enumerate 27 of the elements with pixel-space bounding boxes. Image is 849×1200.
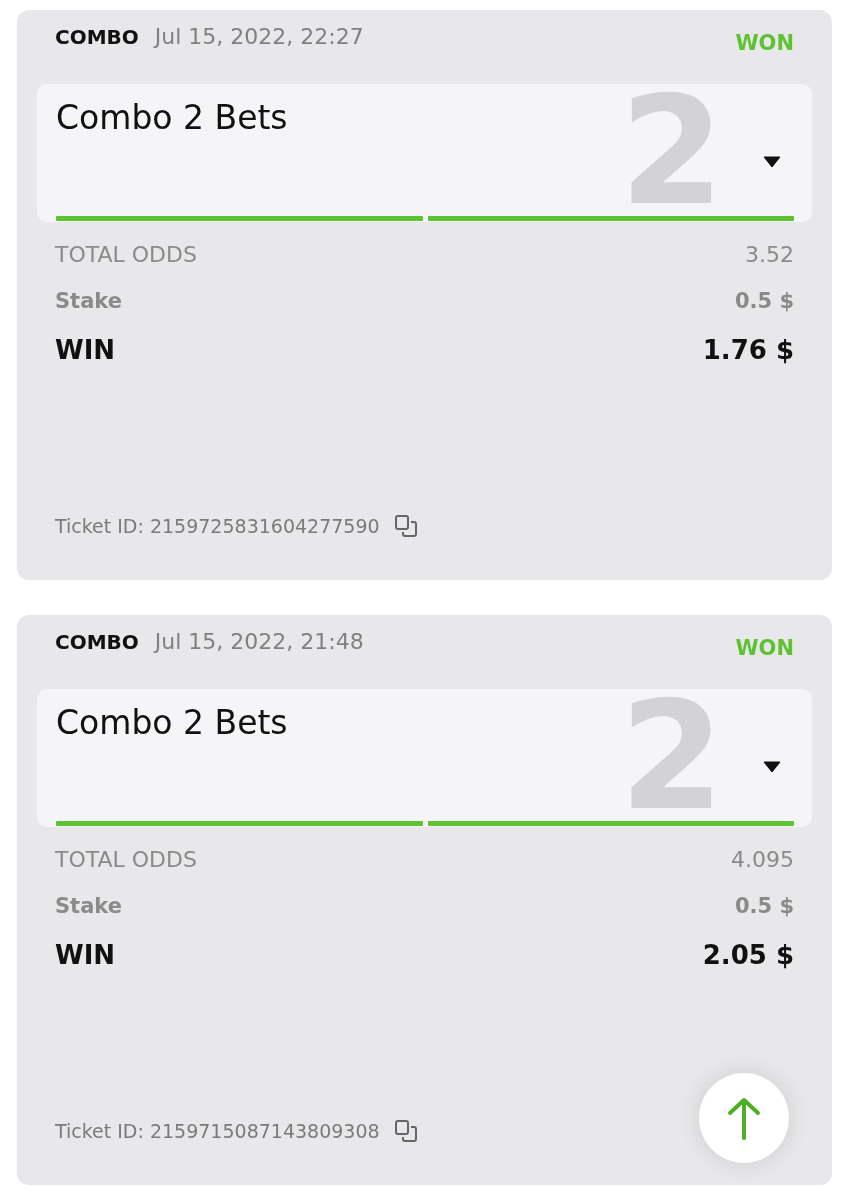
total-odds-label: TOTAL ODDS	[55, 242, 197, 267]
bet-type: COMBO	[55, 25, 139, 49]
stake-label: Stake	[55, 894, 122, 918]
caret-icon[interactable]	[763, 156, 781, 168]
bet-title: Combo 2 Bets	[56, 703, 288, 742]
arrow-up-icon	[727, 1096, 761, 1140]
stake-value: 0.5 $	[734, 289, 794, 313]
copy-icon[interactable]	[393, 514, 418, 538]
total-odds-label: TOTAL ODDS	[55, 847, 197, 872]
bet-status: WON	[735, 31, 794, 55]
total-odds-value: 4.095	[731, 847, 794, 872]
win-label: WIN	[55, 335, 116, 365]
bet-type: COMBO	[55, 630, 139, 654]
ticket-id: Ticket ID: 2159715087143809308	[55, 1120, 380, 1142]
total-odds-value: 3.52	[745, 242, 794, 267]
bet-date: Jul 15, 2022, 21:48	[154, 629, 364, 654]
stake-label: Stake	[55, 289, 122, 313]
win-label: WIN	[55, 940, 116, 970]
bet-title: Combo 2 Bets	[56, 98, 288, 137]
stake-value: 0.5 $	[734, 894, 794, 918]
win-value: 1.76 $	[702, 335, 794, 365]
copy-icon[interactable]	[393, 1119, 418, 1143]
bet-status: WON	[735, 636, 794, 660]
caret-icon[interactable]	[763, 761, 781, 773]
bet-date: Jul 15, 2022, 22:27	[154, 24, 364, 49]
ticket-id: Ticket ID: 2159725831604277590	[55, 515, 380, 537]
win-value: 2.05 $	[702, 940, 794, 970]
